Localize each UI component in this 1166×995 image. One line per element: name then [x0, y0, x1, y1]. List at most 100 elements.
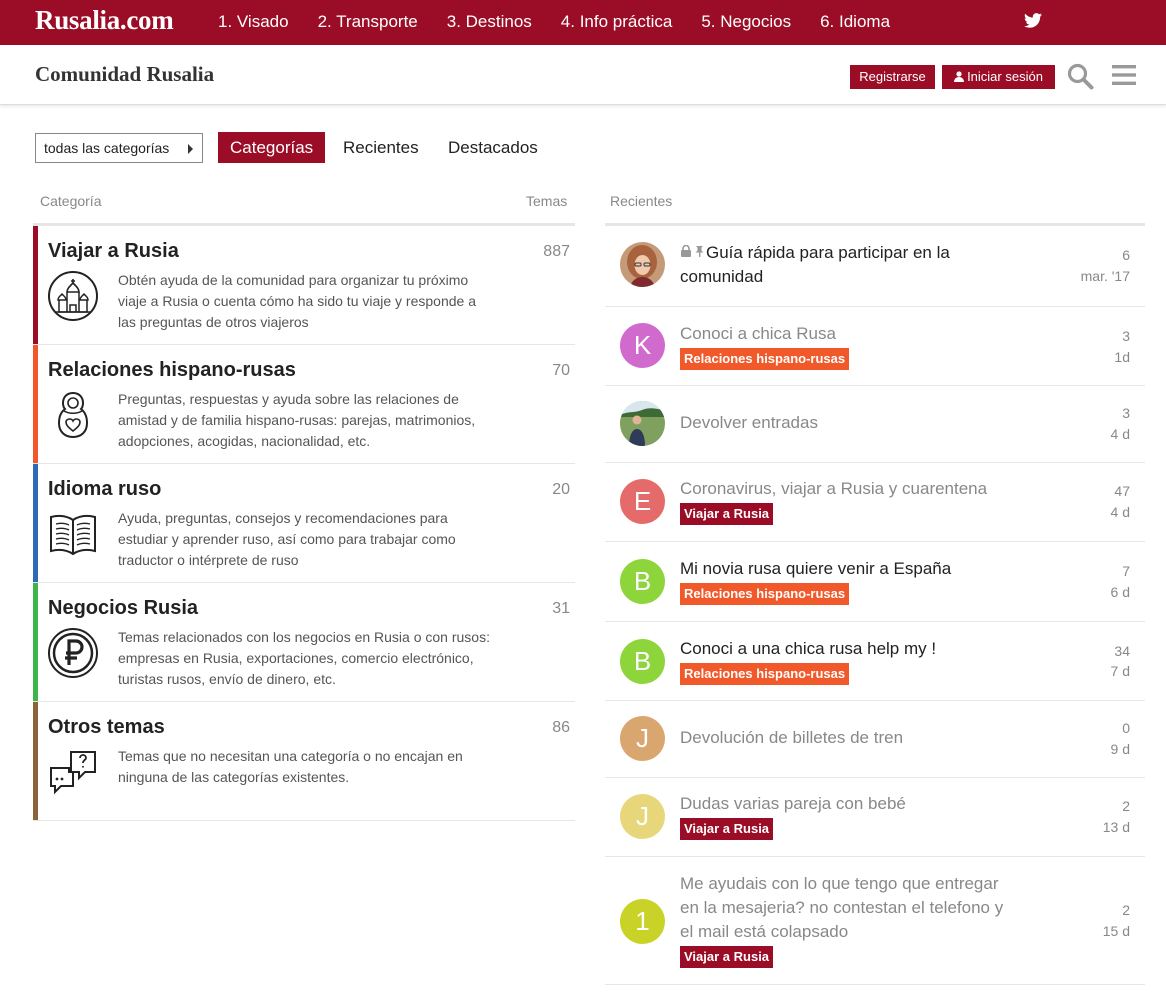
matryoshka-icon [57, 391, 89, 439]
twitter-icon[interactable] [1024, 13, 1042, 28]
category-description: Ayuda, preguntas, consejos y recomendaci… [118, 510, 456, 568]
category-badge[interactable]: Viajar a Rusia [680, 818, 774, 840]
topic-age[interactable]: 13 d [1103, 819, 1130, 835]
topic-post-count[interactable]: 47 [1114, 483, 1130, 499]
category-description: Temas relacionados con los negocios en R… [118, 629, 490, 687]
nav-negocios[interactable]: 5. Negocios [701, 12, 791, 32]
chat-question-icon [50, 751, 96, 795]
forum-title[interactable]: Comunidad Rusalia [35, 62, 214, 87]
avatar[interactable]: 1 [620, 899, 665, 944]
category-name[interactable]: Viajar a Rusia [48, 240, 179, 263]
book-icon [50, 515, 96, 556]
avatar[interactable]: B [620, 559, 665, 604]
user-photo-avatar [620, 401, 665, 446]
category-color-bar [33, 226, 38, 344]
hamburger-menu-icon[interactable] [1112, 64, 1136, 86]
category-topic-count: 31 [552, 600, 570, 617]
category-name[interactable]: Relaciones hispano-rusas [48, 359, 296, 382]
category-topic-count: 887 [543, 243, 570, 260]
topic-title[interactable]: Mi novia rusa quiere venir a España [680, 557, 951, 581]
avatar[interactable] [620, 242, 665, 287]
topic-title-text: Guía rápida para participar en la comuni… [680, 243, 950, 286]
topic-title[interactable]: Guía rápida para participar en la comuni… [680, 241, 1010, 289]
topic-age[interactable]: 1d [1114, 349, 1130, 365]
tab-recientes[interactable]: Recientes [343, 132, 419, 163]
category-topic-count: 70 [552, 362, 570, 379]
nav-visado[interactable]: 1. Visado [218, 12, 289, 32]
topic-age[interactable]: 9 d [1111, 741, 1130, 757]
forum-header: Comunidad Rusalia Registrarse Iniciar se… [0, 45, 1166, 105]
caret-right-icon [188, 144, 193, 154]
topic-row[interactable]: Devolver entradas 3 4 d [605, 386, 1145, 463]
topic-post-count[interactable]: 0 [1122, 720, 1130, 736]
topic-title[interactable]: Me ayudais con lo que tengo que entregar… [680, 872, 1020, 944]
category-badge[interactable]: Viajar a Rusia [680, 946, 774, 968]
category-row[interactable]: Idioma ruso 20 Ayuda, preguntas, consejo… [33, 464, 575, 583]
nav-info-practica[interactable]: 4. Info práctica [561, 12, 673, 32]
category-name[interactable]: Negocios Rusia [48, 597, 198, 620]
topic-title[interactable]: Conoci a chica Rusa [680, 322, 836, 346]
category-description: Obtén ayuda de la comunidad para organiz… [118, 272, 476, 330]
topics-column-header: Temas [526, 193, 568, 209]
category-badge[interactable]: Relaciones hispano-rusas [680, 663, 850, 685]
category-name[interactable]: Idioma ruso [48, 478, 161, 501]
category-row[interactable]: Viajar a Rusia 887 Obtén ayuda de la com… [33, 226, 575, 345]
topic-post-count[interactable]: 7 [1122, 563, 1130, 579]
search-icon[interactable] [1066, 62, 1094, 90]
topic-age[interactable]: 4 d [1111, 504, 1130, 520]
topic-post-count[interactable]: 2 [1122, 798, 1130, 814]
category-color-bar [33, 464, 38, 582]
category-topic-count: 86 [552, 719, 570, 736]
topic-post-count[interactable]: 3 [1122, 405, 1130, 421]
topic-post-count[interactable]: 3 [1122, 328, 1130, 344]
topic-title[interactable]: Coronavirus, viajar a Rusia y cuarentena [680, 477, 987, 501]
topic-row[interactable]: B Mi novia rusa quiere venir a España Re… [605, 542, 1145, 622]
nav-destinos[interactable]: 3. Destinos [447, 12, 532, 32]
topic-row[interactable]: E Coronavirus, viajar a Rusia y cuarente… [605, 463, 1145, 542]
category-row[interactable]: Relaciones hispano-rusas 70 Preguntas, r… [33, 345, 575, 464]
topic-age[interactable]: mar. '17 [1081, 268, 1130, 284]
topic-title[interactable]: Conoci a una chica rusa help my ! [680, 637, 936, 661]
topic-post-count[interactable]: 34 [1114, 643, 1130, 659]
recent-column-header: Recientes [610, 193, 673, 209]
avatar[interactable]: B [620, 639, 665, 684]
category-badge[interactable]: Viajar a Rusia [680, 503, 774, 525]
avatar[interactable]: J [620, 794, 665, 839]
topic-age[interactable]: 6 d [1111, 584, 1130, 600]
topic-row[interactable]: J Devolución de billetes de tren 0 9 d [605, 701, 1145, 778]
category-badge[interactable]: Relaciones hispano-rusas [680, 583, 850, 605]
avatar[interactable]: E [620, 479, 665, 524]
nav-transporte[interactable]: 2. Transporte [318, 12, 418, 32]
avatar[interactable]: K [620, 323, 665, 368]
site-logo[interactable]: Rusalia.com [35, 5, 174, 36]
topic-post-count[interactable]: 6 [1122, 247, 1130, 263]
topic-age[interactable]: 15 d [1103, 923, 1130, 939]
topic-post-count[interactable]: 2 [1122, 902, 1130, 918]
site-nav: 1. Visado 2. Transporte 3. Destinos 4. I… [218, 12, 919, 32]
avatar[interactable]: J [620, 716, 665, 761]
topic-row[interactable]: B Conoci a una chica rusa help my ! Rela… [605, 622, 1145, 701]
login-button[interactable]: Iniciar sesión [942, 65, 1055, 89]
category-badge[interactable]: Relaciones hispano-rusas [680, 348, 850, 370]
category-row[interactable]: Otros temas 86 Temas que no necesitan un… [33, 702, 575, 821]
topic-row[interactable]: Guía rápida para participar en la comuni… [605, 226, 1145, 307]
tab-destacados[interactable]: Destacados [448, 132, 538, 163]
category-name[interactable]: Otros temas [48, 716, 165, 739]
topic-age[interactable]: 7 d [1111, 663, 1130, 679]
topic-age[interactable]: 4 d [1111, 426, 1130, 442]
topic-title[interactable]: Devolver entradas [680, 411, 818, 435]
category-column-header: Categoría [40, 193, 102, 209]
topic-row[interactable]: 1 Me ayudais con lo que tengo que entreg… [605, 857, 1145, 985]
register-button[interactable]: Registrarse [850, 65, 935, 89]
user-photo-avatar [620, 242, 665, 287]
tab-categorias[interactable]: Categorías [218, 132, 326, 163]
avatar[interactable] [620, 401, 665, 446]
nav-idioma[interactable]: 6. Idioma [820, 12, 890, 32]
topic-row[interactable]: K Conoci a chica Rusa Relaciones hispano… [605, 307, 1145, 386]
topic-title[interactable]: Dudas varias pareja con bebé [680, 792, 906, 816]
category-description: Preguntas, respuestas y ayuda sobre las … [118, 391, 476, 449]
category-row[interactable]: Negocios Rusia 31 Temas relacionados con… [33, 583, 575, 702]
category-dropdown[interactable]: todas las categorías [35, 133, 203, 163]
topic-title[interactable]: Devolución de billetes de tren [680, 726, 903, 750]
topic-row[interactable]: J Dudas varias pareja con bebé Viajar a … [605, 778, 1145, 857]
